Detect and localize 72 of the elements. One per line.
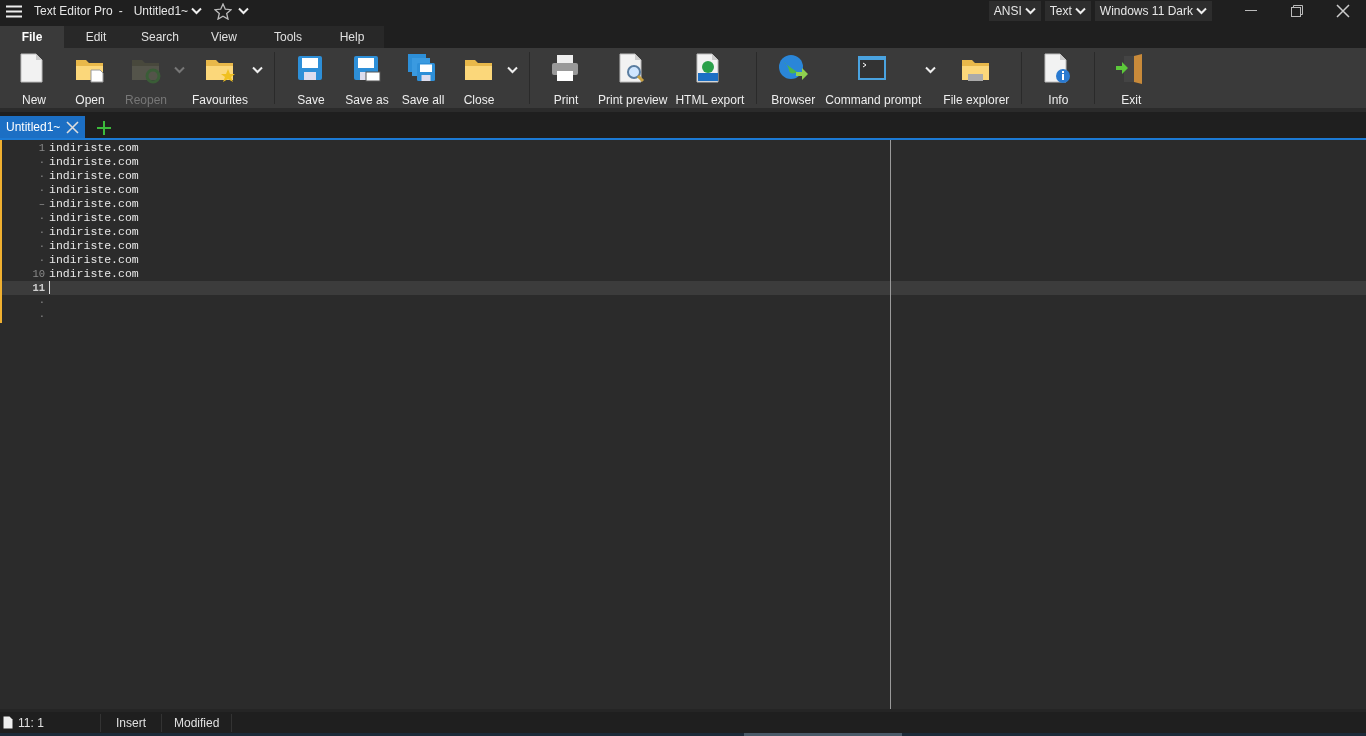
caret-icon — [925, 66, 937, 74]
restore-icon — [1291, 5, 1303, 17]
line-number: · — [37, 239, 46, 253]
menu-tab[interactable]: File — [0, 26, 64, 48]
add-tab-icon[interactable] — [97, 121, 112, 135]
code-line: indiriste.com — [49, 267, 139, 281]
code-line: indiriste.com — [49, 253, 139, 267]
menu-tab[interactable]: Search — [128, 26, 192, 48]
star-icon[interactable] — [214, 2, 233, 20]
caret-icon — [174, 66, 185, 74]
line-number: · — [37, 309, 46, 323]
toolbar-button[interactable]: Save as — [339, 52, 396, 109]
code-line: indiriste.com — [49, 155, 139, 169]
toolbar-button[interactable]: HTML export — [671, 52, 749, 109]
menu-icon[interactable] — [6, 4, 22, 18]
toolbar-button[interactable]: Exit — [1103, 52, 1160, 109]
code-line: indiriste.com — [49, 225, 139, 239]
menu-tab[interactable]: Tools — [256, 26, 320, 48]
code-line: indiriste.com — [49, 169, 139, 183]
toolbar-button[interactable]: Browser — [765, 52, 822, 109]
code-line: indiriste.com — [49, 141, 139, 155]
text-cursor — [49, 281, 50, 294]
toolbar-button[interactable]: Open — [62, 52, 118, 109]
selector-dropdown[interactable]: Text — [1044, 1, 1091, 21]
menu-tab[interactable]: View — [192, 26, 256, 48]
line-number: – — [37, 197, 46, 211]
toolbar-button[interactable]: Favourites — [188, 52, 253, 109]
toolbar-button[interactable]: New — [6, 52, 62, 109]
dropdown-chevron-icon[interactable] — [238, 7, 250, 15]
line-number: · — [37, 295, 46, 309]
line-number: · — [37, 183, 46, 197]
code-line: indiriste.com — [49, 197, 139, 211]
document-icon — [3, 716, 13, 729]
document-tab[interactable]: Untitled1~ — [0, 116, 86, 138]
toolbar-button[interactable]: Save all — [395, 52, 452, 109]
close-icon[interactable] — [66, 120, 80, 134]
line-number: · — [37, 253, 46, 267]
modified-status: Modified — [162, 713, 233, 732]
code-line: indiriste.com — [49, 183, 139, 197]
selector-dropdown[interactable]: ANSI — [988, 1, 1041, 21]
chevron-icon — [1196, 7, 1207, 15]
toolbar-button[interactable]: Save — [283, 52, 340, 109]
close-icon — [1336, 4, 1350, 18]
caret-icon — [252, 66, 264, 74]
menu-tab[interactable]: Edit — [64, 26, 128, 48]
line-number: · — [37, 155, 46, 169]
selector-dropdown[interactable]: Windows 11 Dark — [1094, 1, 1212, 21]
cursor-position: 11: 1 — [13, 713, 101, 732]
toolbar-button[interactable]: Close — [451, 52, 508, 109]
chevron-icon — [1074, 7, 1086, 15]
chevron-icon — [1024, 7, 1036, 15]
line-number: · — [37, 169, 46, 183]
line-number: 10 — [31, 267, 46, 281]
line-number: 1 — [37, 141, 46, 155]
toolbar-button[interactable]: Command prompt — [821, 52, 926, 109]
line-number: 11 — [31, 281, 46, 295]
toolbar-button[interactable]: Print preview — [594, 52, 672, 109]
code-line: indiriste.com — [49, 211, 139, 225]
menu-tab[interactable]: Help — [320, 26, 384, 48]
title-separator: - — [118, 3, 123, 20]
app-title: Text Editor Pro — [34, 3, 113, 20]
line-number: · — [37, 225, 46, 239]
code-line: indiriste.com — [49, 239, 139, 253]
document-selector[interactable]: Untitled1~ — [128, 1, 208, 21]
chevron-icon — [191, 7, 203, 15]
minimize-icon — [1245, 10, 1257, 12]
toolbar-button[interactable]: File explorer — [939, 52, 1014, 109]
toolbar-button[interactable]: Info — [1030, 52, 1087, 109]
caret-icon — [507, 66, 519, 74]
line-number: · — [37, 211, 46, 225]
toolbar-button[interactable]: Print — [538, 52, 595, 109]
insert-mode: Insert — [101, 713, 162, 732]
